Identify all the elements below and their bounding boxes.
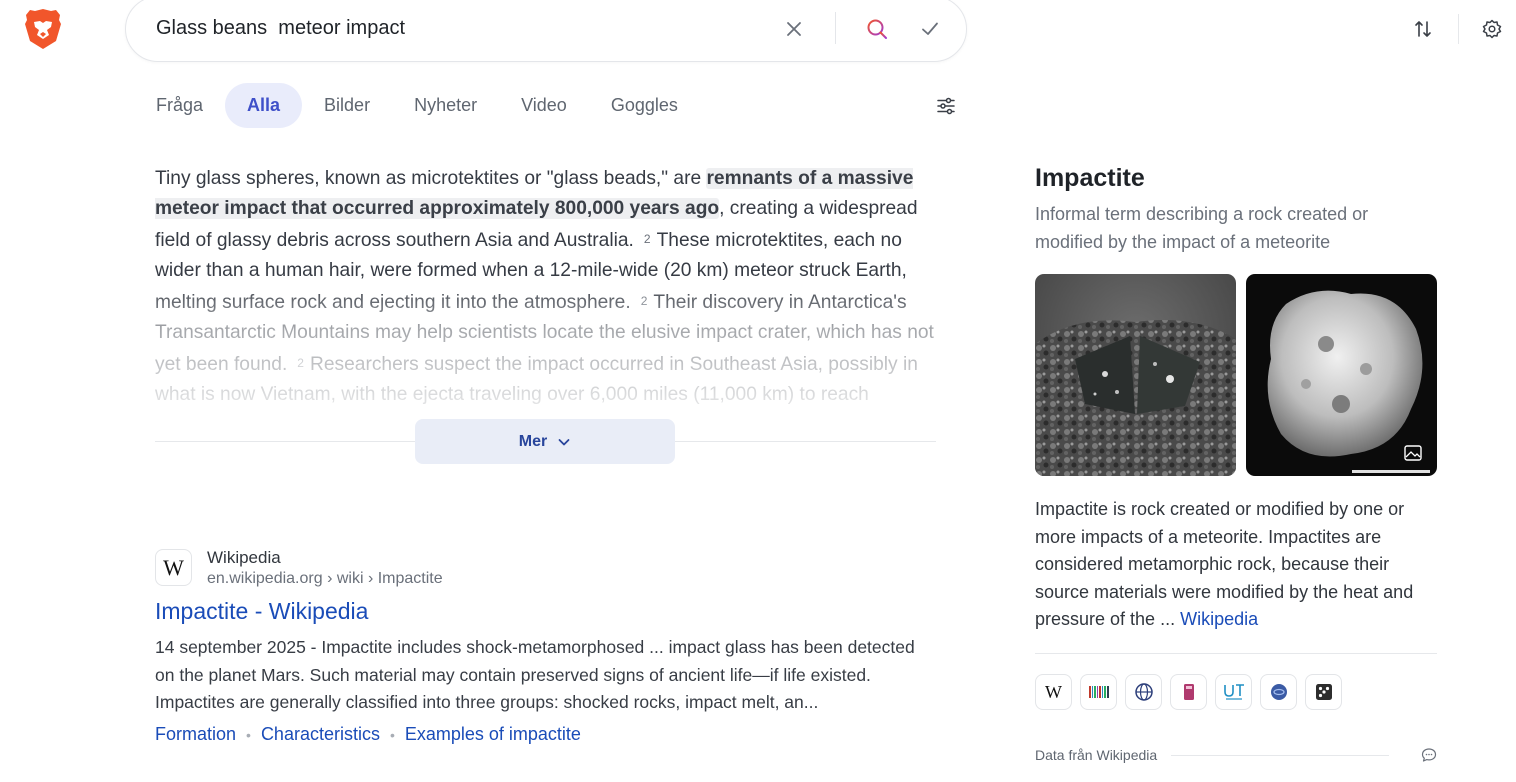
sitelink-separator: •	[246, 726, 251, 743]
search-divider	[835, 12, 836, 44]
result-sitelinks: Formation • Characteristics • Examples o…	[155, 724, 581, 745]
settings-button[interactable]	[1479, 16, 1505, 42]
wikipedia-favicon-icon: W	[155, 549, 192, 586]
chevron-down-icon	[558, 438, 570, 445]
clear-search-button[interactable]	[779, 14, 809, 44]
search-icon	[867, 19, 887, 39]
tab-nyheter[interactable]: Nyheter	[392, 83, 499, 128]
sliders-icon	[937, 97, 955, 115]
kp-external-links: W	[1035, 674, 1342, 710]
kp-data-source: Data från Wikipedia	[1035, 747, 1158, 763]
result-url[interactable]: en.wikipedia.org › wiki › Impactite	[207, 570, 443, 588]
sitelink-characteristics[interactable]: Characteristics	[261, 724, 380, 745]
result-snippet: 14 september 2025 - Impactite includes s…	[155, 637, 915, 712]
close-icon	[787, 22, 801, 36]
database-icon[interactable]	[1260, 674, 1297, 710]
gear-icon	[1482, 19, 1502, 39]
tab-fraga[interactable]: Fråga	[134, 83, 225, 128]
brave-logo-icon[interactable]	[24, 8, 62, 50]
search-button[interactable]	[862, 14, 892, 44]
tab-bilder[interactable]: Bilder	[302, 83, 392, 128]
sort-button[interactable]	[1410, 16, 1436, 42]
citation-badge[interactable]: 2	[644, 232, 651, 246]
header-divider	[1458, 14, 1459, 44]
kp-image-impactite-2[interactable]	[1246, 274, 1437, 476]
result-title-link[interactable]: Impactite - Wikipedia	[155, 598, 368, 625]
dice-icon[interactable]	[1305, 674, 1342, 710]
citation-badge[interactable]: 2	[641, 294, 648, 308]
bookmark-icon[interactable]	[1170, 674, 1207, 710]
kp-footer: Data från Wikipedia	[1035, 745, 1437, 765]
search-input[interactable]	[156, 13, 716, 43]
kp-description: Impactite is rock created or modified by…	[1035, 496, 1437, 634]
search-tabs: Fråga Alla Bilder Nyheter Video Goggles	[134, 83, 700, 128]
checkmark-icon	[922, 22, 938, 35]
sitelink-examples[interactable]: Examples of impactite	[405, 724, 581, 745]
image-gallery-icon	[1404, 445, 1422, 461]
kp-source-link[interactable]: Wikipedia	[1180, 609, 1258, 629]
show-more-button[interactable]: Mer	[415, 419, 675, 464]
kp-image-impactite-1[interactable]	[1035, 274, 1236, 476]
globe-icon[interactable]	[1125, 674, 1162, 710]
wikipedia-icon[interactable]: W	[1035, 674, 1072, 710]
sitelink-formation[interactable]: Formation	[155, 724, 236, 745]
barcode-icon[interactable]	[1080, 674, 1117, 710]
tab-video[interactable]: Video	[499, 83, 589, 128]
kp-title: Impactite	[1035, 164, 1145, 192]
search-bar	[125, 0, 967, 62]
confirm-button[interactable]	[915, 14, 945, 44]
tab-goggles[interactable]: Goggles	[589, 83, 700, 128]
tab-alla[interactable]: Alla	[225, 83, 303, 128]
answer-intro: Tiny glass spheres, known as microtektit…	[155, 168, 707, 189]
atom-icon[interactable]	[1215, 674, 1252, 710]
kp-subtitle: Informal term describing a rock created …	[1035, 204, 1369, 252]
feedback-chat-icon[interactable]	[1421, 747, 1437, 763]
show-more-label: Mer	[518, 432, 548, 450]
kp-footer-line	[1171, 754, 1389, 756]
citation-badge[interactable]: 2	[297, 356, 304, 370]
filter-button[interactable]	[934, 94, 958, 118]
ai-answer: Tiny glass spheres, known as microtektit…	[155, 164, 935, 416]
kp-divider	[1035, 653, 1437, 654]
result-site-name[interactable]: Wikipedia	[207, 548, 281, 568]
sitelink-separator: •	[389, 726, 395, 743]
sort-arrows-icon	[1415, 21, 1431, 37]
